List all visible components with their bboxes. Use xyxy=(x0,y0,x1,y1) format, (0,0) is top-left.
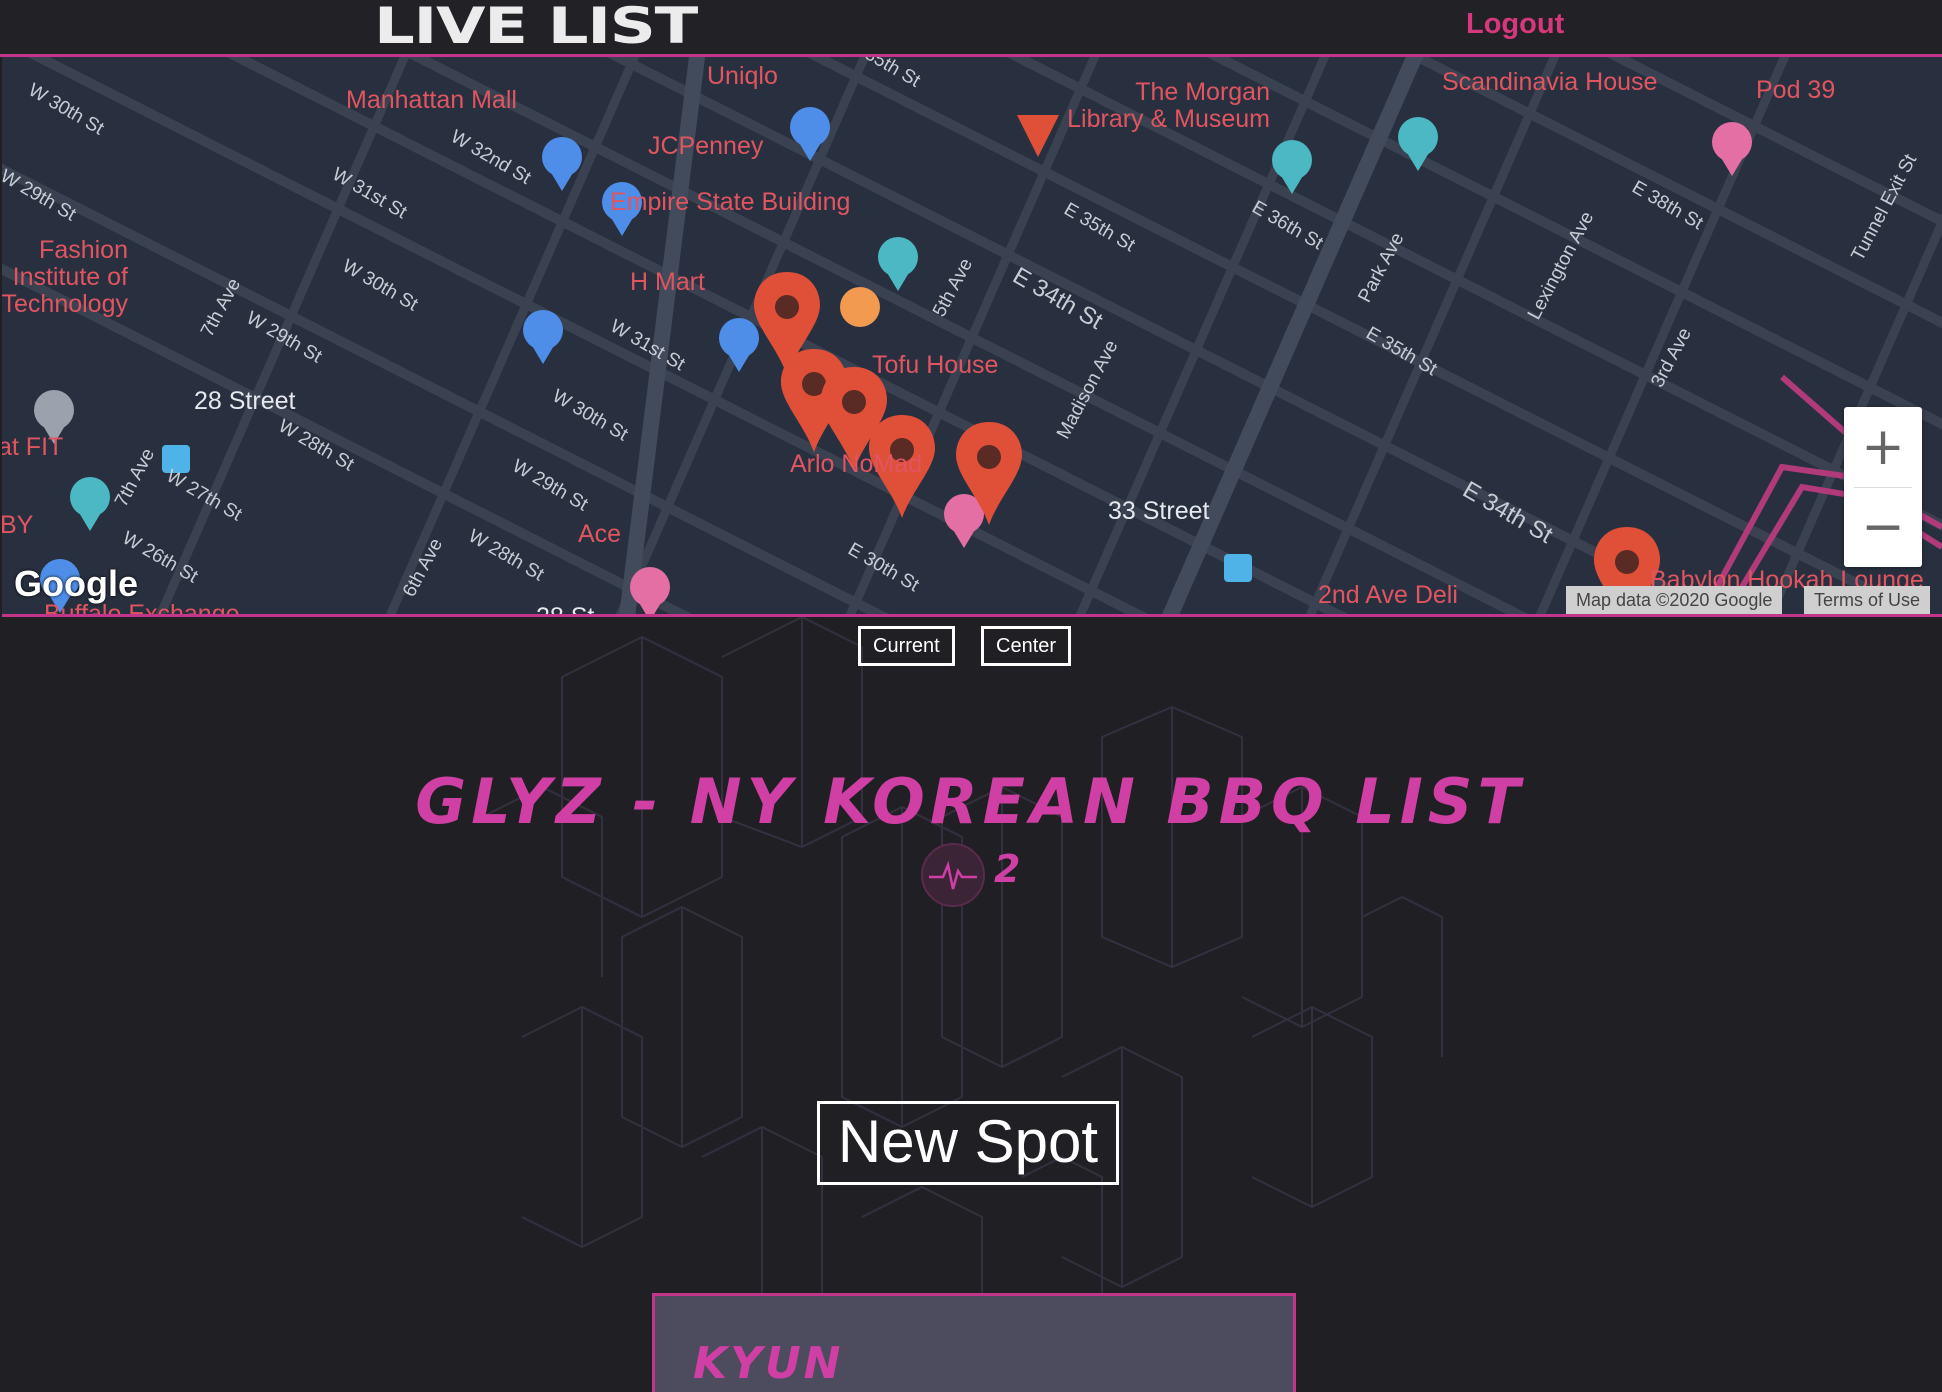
zoom-control: + − xyxy=(1844,407,1922,567)
terms-of-use-link[interactable]: Terms of Use xyxy=(1804,586,1931,614)
map-attribution: Map data ©2020 Google xyxy=(1566,586,1783,614)
logout-link[interactable]: Logout xyxy=(1466,8,1564,41)
poi-label-2nd-ave-deli[interactable]: 2nd Ave Deli xyxy=(1318,582,1458,609)
list-title: GLYZ - NY KOREAN BBQ LIST xyxy=(415,765,1525,838)
list-section: Current Center GLYZ - NY KOREAN BBQ LIST… xyxy=(2,617,1942,1392)
app-header: LIVE LIST Logout xyxy=(0,0,1942,57)
app-logo[interactable]: LIVE LIST xyxy=(374,0,698,54)
poi-label-at-fit[interactable]: at FIT xyxy=(2,434,63,461)
new-spot-button[interactable]: New Spot xyxy=(817,1101,1119,1185)
zoom-out-button[interactable]: − xyxy=(1844,487,1922,567)
transit-label-33-street[interactable]: 33 Street xyxy=(1108,497,1209,526)
poi-label-scandinavia-house[interactable]: Scandinavia House xyxy=(1442,69,1657,96)
poi-label-jcpenney[interactable]: JCPenney xyxy=(648,133,763,160)
transit-label-28-st[interactable]: 28 St xyxy=(536,603,594,614)
poi-label-ace[interactable]: Ace xyxy=(578,521,621,548)
poi-label-h-mart[interactable]: H Mart xyxy=(630,269,705,296)
spot-card[interactable]: KYUN xyxy=(652,1293,1296,1392)
transit-label-28-street[interactable]: 28 Street xyxy=(194,387,295,416)
city-skyline-background xyxy=(481,617,1443,1357)
poi-label-tofu-house[interactable]: Tofu House xyxy=(872,352,998,379)
google-logo[interactable]: Google xyxy=(14,563,138,605)
poi-label-manhattan-mall[interactable]: Manhattan Mall xyxy=(346,87,517,114)
poi-label-morgan-library[interactable]: The Morgan Library & Museum xyxy=(1042,79,1270,133)
poi-label-empire-state-building[interactable]: Empire State Building xyxy=(610,189,850,216)
zoom-in-button[interactable]: + xyxy=(1844,407,1922,487)
poi-label-arlo-nomad[interactable]: Arlo NoMad xyxy=(790,451,922,478)
spot-count: 2 xyxy=(994,847,1021,891)
current-location-button[interactable]: Current xyxy=(858,626,955,666)
poi-label-pod-39[interactable]: Pod 39 xyxy=(1756,77,1835,104)
map-view[interactable]: Manhattan Mall Uniqlo JCPenney Empire St… xyxy=(2,57,1942,617)
poi-label-fit[interactable]: Fashion Institute of Technology xyxy=(2,237,128,318)
poi-label-by[interactable]: BY xyxy=(2,512,33,539)
spot-name: KYUN xyxy=(693,1338,844,1389)
pulse-icon[interactable] xyxy=(921,843,985,907)
center-map-button[interactable]: Center xyxy=(981,626,1072,666)
poi-label-uniqlo[interactable]: Uniqlo xyxy=(707,63,778,90)
